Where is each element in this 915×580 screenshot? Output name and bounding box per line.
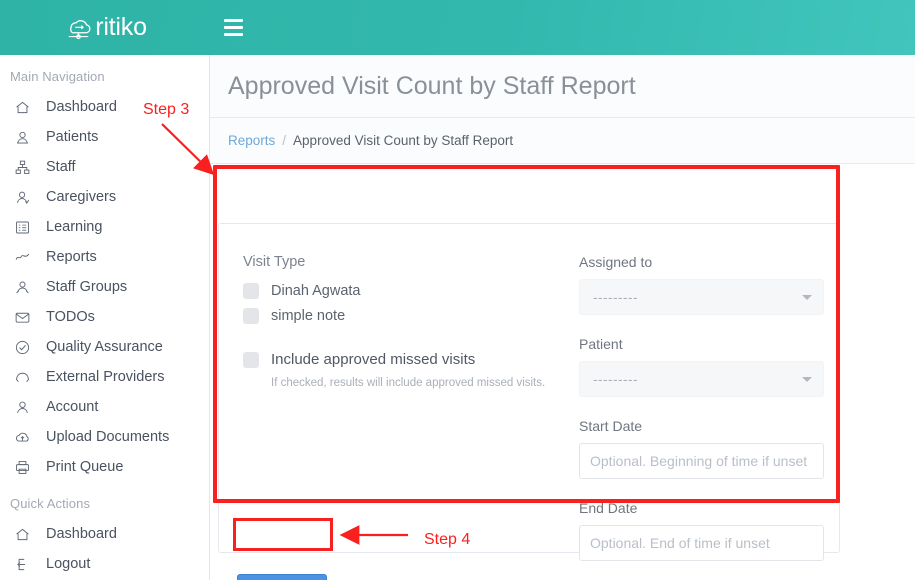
app-root: ritiko Main Navigation Dashboard Patient…: [0, 0, 915, 580]
step3-label: Step 3: [143, 101, 189, 119]
step4-label: Step 4: [424, 531, 470, 549]
step3-arrow: [0, 0, 915, 580]
